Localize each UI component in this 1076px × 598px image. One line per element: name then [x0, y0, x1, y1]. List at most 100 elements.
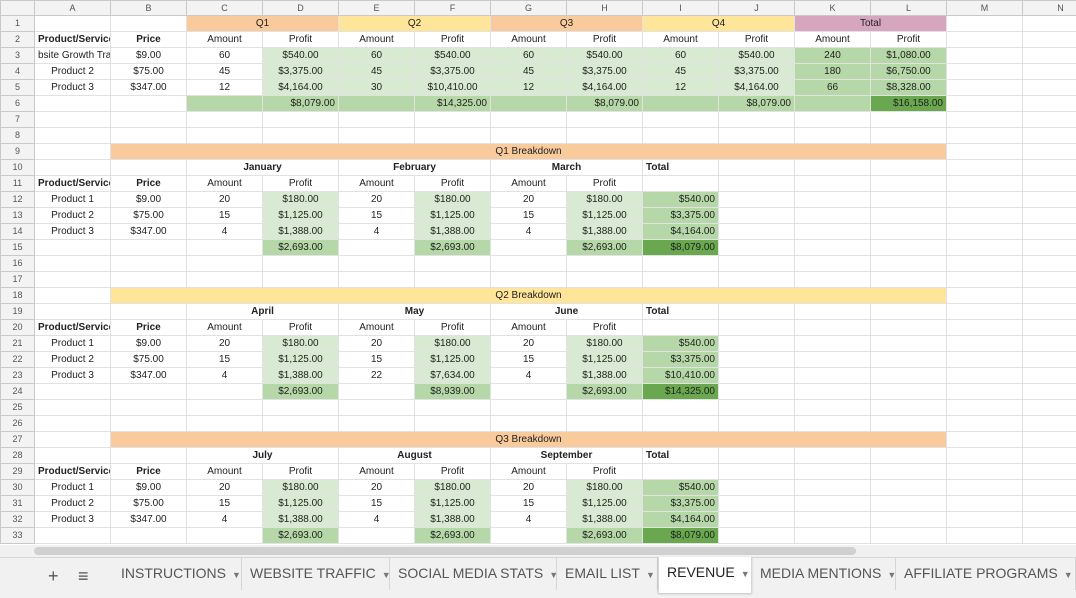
cell[interactable] [111, 416, 187, 432]
cell[interactable] [1023, 496, 1076, 512]
cell[interactable] [1023, 64, 1076, 80]
cell[interactable]: Amount [491, 464, 567, 480]
cell[interactable]: Profit [415, 176, 491, 192]
add-sheet-button[interactable]: + [48, 566, 59, 587]
row-header[interactable]: 1 [1, 16, 35, 32]
cell[interactable] [719, 224, 795, 240]
cell[interactable]: 4 [339, 512, 415, 528]
cell[interactable] [187, 240, 263, 256]
cell[interactable] [187, 112, 263, 128]
cell[interactable]: Q3 [491, 16, 643, 32]
cell[interactable] [491, 240, 567, 256]
cell[interactable]: Product 3 [35, 80, 111, 96]
cell[interactable]: $1,388.00 [415, 224, 491, 240]
cell[interactable] [947, 496, 1023, 512]
cell[interactable] [1023, 240, 1076, 256]
cell[interactable] [643, 96, 719, 112]
cell[interactable] [795, 384, 871, 400]
cell[interactable]: $347.00 [111, 368, 187, 384]
cell[interactable]: Amount [339, 464, 415, 480]
cell[interactable] [111, 240, 187, 256]
cell[interactable] [35, 240, 111, 256]
cell[interactable] [871, 480, 947, 496]
cell[interactable]: $1,125.00 [567, 496, 643, 512]
cell[interactable] [795, 400, 871, 416]
cell[interactable]: Price [111, 32, 187, 48]
cell[interactable]: $3,375.00 [643, 208, 719, 224]
cell[interactable] [871, 336, 947, 352]
cell[interactable] [1023, 256, 1076, 272]
cell[interactable]: $8,939.00 [415, 384, 491, 400]
cell[interactable]: Profit [263, 32, 339, 48]
cell[interactable]: Q2 Breakdown [111, 288, 947, 304]
cell[interactable]: 4 [187, 368, 263, 384]
cell[interactable]: 20 [491, 480, 567, 496]
cell[interactable] [719, 416, 795, 432]
column-header-h[interactable]: H [567, 1, 643, 16]
cell[interactable] [719, 448, 795, 464]
cell[interactable] [339, 384, 415, 400]
row-header[interactable]: 2 [1, 32, 35, 48]
row-header[interactable]: 22 [1, 352, 35, 368]
cell[interactable] [1023, 16, 1076, 32]
cell[interactable] [339, 416, 415, 432]
cell[interactable]: Profit [567, 176, 643, 192]
cell[interactable] [339, 112, 415, 128]
cell[interactable]: $180.00 [567, 192, 643, 208]
cell[interactable]: $180.00 [415, 480, 491, 496]
cell[interactable] [643, 128, 719, 144]
cell[interactable]: August [339, 448, 491, 464]
tab-email-list[interactable]: EMAIL LIST▼ [557, 558, 658, 590]
cell[interactable] [643, 112, 719, 128]
row-header[interactable]: 14 [1, 224, 35, 240]
cell[interactable] [263, 112, 339, 128]
cell[interactable]: Profit [719, 32, 795, 48]
tab-media-mentions[interactable]: MEDIA MENTIONS▼ [752, 558, 896, 590]
cell[interactable]: Amount [187, 320, 263, 336]
cell[interactable] [871, 448, 947, 464]
cell[interactable]: $14,325.00 [415, 96, 491, 112]
cell[interactable] [719, 128, 795, 144]
cell[interactable]: $180.00 [567, 336, 643, 352]
cell[interactable] [1023, 528, 1076, 544]
cell[interactable]: $3,375.00 [415, 64, 491, 80]
cell[interactable] [871, 320, 947, 336]
tab-instructions[interactable]: INSTRUCTIONS▼ [113, 558, 242, 590]
column-header-c[interactable]: C [187, 1, 263, 16]
cell[interactable]: 45 [187, 64, 263, 80]
cell[interactable]: $3,375.00 [567, 64, 643, 80]
cell[interactable] [795, 464, 871, 480]
column-header-b[interactable]: B [111, 1, 187, 16]
cell[interactable]: 240 [795, 48, 871, 64]
row-header[interactable]: 21 [1, 336, 35, 352]
cell[interactable]: $1,388.00 [263, 224, 339, 240]
cell[interactable]: Amount [339, 32, 415, 48]
cell[interactable]: 60 [339, 48, 415, 64]
cell[interactable] [1023, 368, 1076, 384]
cell[interactable]: Product 1 [35, 480, 111, 496]
cell[interactable] [871, 112, 947, 128]
cell[interactable] [35, 144, 111, 160]
tab-affiliate-programs[interactable]: AFFILIATE PROGRAMS▼ [896, 558, 1076, 590]
cell[interactable] [947, 432, 1023, 448]
cell[interactable] [795, 368, 871, 384]
cell[interactable]: Amount [491, 32, 567, 48]
tab-dropdown-arrow-icon[interactable]: ▼ [887, 570, 896, 580]
cell[interactable]: $2,693.00 [567, 384, 643, 400]
cell[interactable]: $8,079.00 [567, 96, 643, 112]
row-header[interactable]: 26 [1, 416, 35, 432]
cell[interactable] [339, 528, 415, 544]
cell[interactable]: $180.00 [263, 336, 339, 352]
cell[interactable]: 4 [491, 512, 567, 528]
cell[interactable]: $347.00 [111, 224, 187, 240]
cell[interactable] [187, 96, 263, 112]
cell[interactable] [643, 464, 719, 480]
cell[interactable]: 15 [187, 208, 263, 224]
cell[interactable] [795, 416, 871, 432]
cell[interactable] [871, 464, 947, 480]
cell[interactable]: $1,125.00 [415, 208, 491, 224]
cell[interactable] [111, 528, 187, 544]
cell[interactable]: July [187, 448, 339, 464]
cell[interactable] [187, 128, 263, 144]
cell[interactable] [643, 272, 719, 288]
